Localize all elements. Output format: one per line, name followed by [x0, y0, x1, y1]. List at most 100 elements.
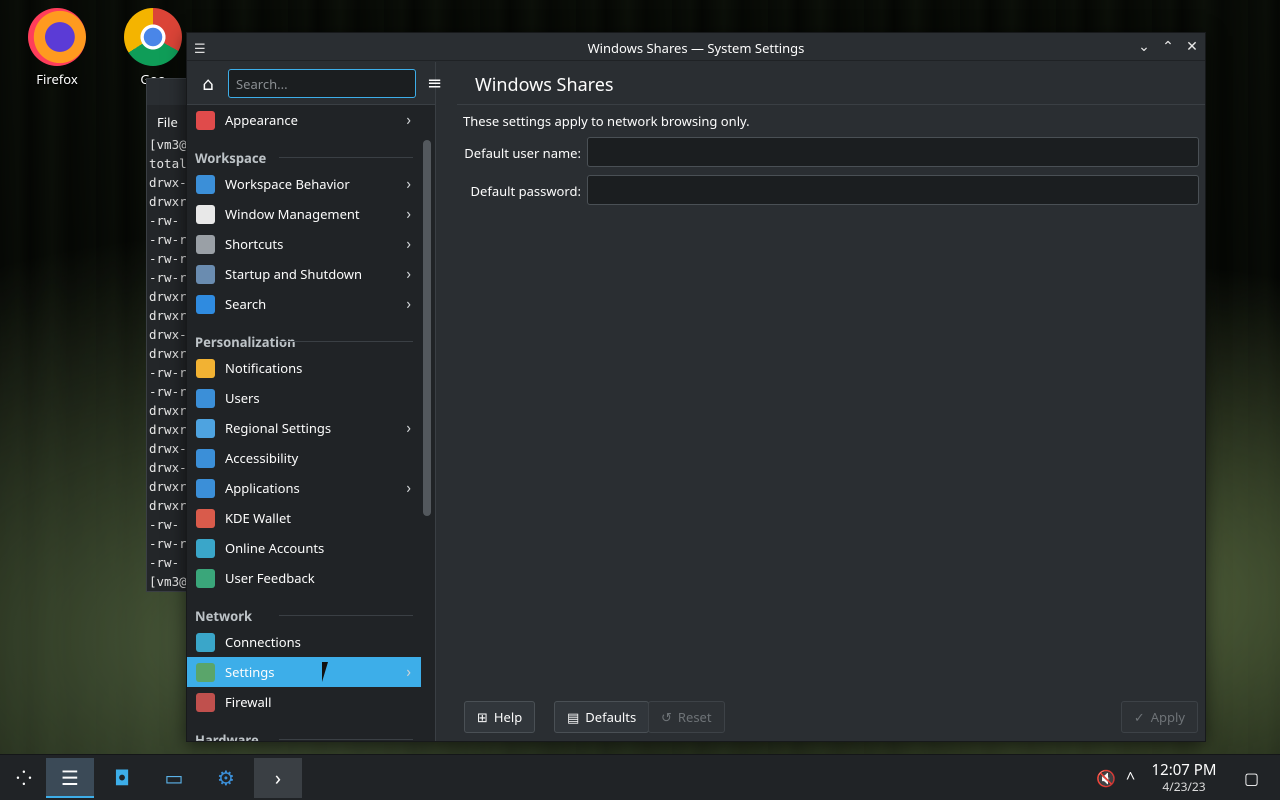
apply-button[interactable]: ✓ Apply — [1120, 701, 1198, 733]
clock[interactable]: 12:07 PM 4/23/23 — [1144, 761, 1224, 795]
titlebar[interactable]: ☰ Windows Shares — System Settings ⌄ ⌃ ✕ — [187, 33, 1205, 61]
help-icon: ⊞ — [477, 708, 488, 726]
sidebar-item-label: Window Management — [225, 205, 360, 223]
sidebar-item-user-feedback[interactable]: User Feedback — [187, 563, 421, 593]
sidebar: ⌂ Search... ≡ Appearance › Workspace Worksp… — [187, 62, 442, 741]
workspace-behavior-icon — [196, 175, 215, 194]
sidebar-item-label: Shortcuts — [225, 235, 284, 253]
close-button[interactable]: ✕ — [1182, 37, 1202, 57]
password-label: Default password: — [470, 182, 581, 200]
sidebar-list: Appearance › Workspace Workspace Behavior › W… — [187, 105, 421, 741]
sidebar-item-online-accounts[interactable]: Online Accounts — [187, 533, 421, 563]
show-desktop-icon[interactable]: ▢ — [1244, 755, 1259, 800]
chevron-right-icon: › — [406, 110, 411, 130]
search-icon — [196, 295, 215, 314]
chevron-right-icon: › — [406, 234, 411, 254]
sidebar-item-label: Connections — [225, 633, 301, 651]
apply-label: Apply — [1150, 708, 1185, 726]
sidebar-item-label: KDE Wallet — [225, 509, 292, 527]
clock-time: 12:07 PM — [1151, 760, 1217, 780]
sidebar-item-kde-wallet[interactable]: KDE Wallet — [187, 503, 421, 533]
sidebar-item-accessibility[interactable]: Accessibility — [187, 443, 421, 473]
taskbar-settings-gear-icon[interactable]: ⚙ — [202, 758, 250, 798]
chevron-right-icon: › — [406, 418, 411, 438]
desktop-icon-firefox[interactable]: Firefox — [22, 8, 92, 88]
defaults-label: Defaults — [585, 708, 637, 726]
sidebar-item-firewall[interactable]: Firewall — [187, 687, 421, 717]
sidebar-item-settings[interactable]: Settings › — [187, 657, 421, 687]
chevron-right-icon: › — [406, 174, 411, 194]
sidebar-item-users[interactable]: Users — [187, 383, 421, 413]
sidebar-item-search[interactable]: Search › — [187, 289, 421, 319]
keyboard-icon — [196, 235, 215, 254]
taskbar: ⁘ ☰ ◘ ▭ ⚙ › 🔇 ^ 12:07 PM 4/23/23 ▢ — [0, 754, 1280, 800]
sidebar-item-workspace-behavior[interactable]: Workspace Behavior › — [187, 169, 421, 199]
sidebar-item-label: Search — [225, 295, 267, 313]
sidebar-section-personalization: Personalization — [187, 319, 421, 353]
mouse-cursor-icon — [322, 662, 334, 682]
sidebar-item-regional-settings[interactable]: Regional Settings › — [187, 413, 421, 443]
chevron-right-icon: › — [406, 204, 411, 224]
bell-icon — [196, 359, 215, 378]
sidebar-item-label: Online Accounts — [225, 539, 325, 557]
username-label: Default user name: — [464, 144, 581, 162]
document-icon: ▤ — [567, 708, 580, 726]
sidebar-item-label: Regional Settings — [225, 419, 332, 437]
main-content: Windows Shares These settings apply to n… — [457, 62, 1205, 741]
taskbar-terminal-icon[interactable]: › — [254, 758, 302, 798]
tray-expand-icon[interactable]: ^ — [1126, 755, 1135, 800]
page-title: Windows Shares — [457, 62, 1205, 105]
sidebar-item-label: Users — [225, 389, 260, 407]
chevron-right-icon: › — [406, 478, 411, 498]
search-input[interactable]: Search... — [228, 69, 416, 98]
users-icon — [196, 389, 215, 408]
help-button[interactable]: ⊞ Help — [464, 701, 536, 733]
sidebar-item-label: Firewall — [225, 693, 272, 711]
desktop-icon-chrome[interactable]: Goo — [118, 8, 188, 88]
sidebar-item-connections[interactable]: Connections — [187, 627, 421, 657]
sidebar-item-appearance[interactable]: Appearance › — [187, 105, 421, 135]
password-input[interactable] — [587, 175, 1199, 205]
window-management-icon — [196, 205, 215, 224]
desktop-icon-label: Firefox — [36, 70, 78, 88]
network-settings-icon — [196, 663, 215, 682]
globe-icon — [196, 633, 215, 652]
firewall-icon — [196, 693, 215, 712]
sidebar-item-label: User Feedback — [225, 569, 315, 587]
sidebar-item-startup-and-shutdown[interactable]: Startup and Shutdown › — [187, 259, 421, 289]
regional-icon — [196, 419, 215, 438]
sidebar-item-label: Settings — [225, 663, 275, 681]
sidebar-section-network: Network — [187, 593, 421, 627]
feedback-icon — [196, 569, 215, 588]
maximize-button[interactable]: ⌃ — [1158, 37, 1178, 57]
sidebar-scrollbar[interactable] — [423, 140, 431, 516]
volume-muted-icon[interactable]: 🔇 — [1096, 755, 1116, 800]
sidebar-item-label: Accessibility — [225, 449, 299, 467]
sidebar-item-window-management[interactable]: Window Management › — [187, 199, 421, 229]
taskbar-system-settings-icon[interactable]: ☰ — [46, 758, 94, 798]
taskbar-discover-icon[interactable]: ◘ — [98, 758, 146, 798]
chrome-icon — [124, 8, 182, 66]
firefox-icon — [28, 8, 86, 66]
sidebar-item-applications[interactable]: Applications › — [187, 473, 421, 503]
sidebar-header: ⌂ Search... ≡ — [187, 62, 442, 105]
reset-label: Reset — [677, 708, 712, 726]
sidebar-item-label: Notifications — [225, 359, 303, 377]
home-icon[interactable]: ⌂ — [197, 73, 219, 95]
clock-date: 4/23/23 — [1162, 778, 1206, 795]
sidebar-item-notifications[interactable]: Notifications — [187, 353, 421, 383]
defaults-button[interactable]: ▤ Defaults — [554, 701, 650, 733]
sidebar-section-hardware: Hardware — [187, 717, 421, 741]
online-accounts-icon — [196, 539, 215, 558]
sidebar-item-shortcuts[interactable]: Shortcuts › — [187, 229, 421, 259]
startup-icon — [196, 265, 215, 284]
check-icon: ✓ — [1133, 708, 1145, 726]
username-input[interactable] — [587, 137, 1199, 167]
sidebar-item-label: Workspace Behavior — [225, 175, 350, 193]
reset-button[interactable]: ↺ Reset — [648, 701, 725, 733]
taskbar-file-manager-icon[interactable]: ▭ — [150, 758, 198, 798]
application-launcher-icon[interactable]: ⁘ — [0, 758, 48, 798]
sidebar-section-workspace: Workspace — [187, 135, 421, 169]
minimize-button[interactable]: ⌄ — [1134, 37, 1154, 57]
hamburger-menu-icon[interactable]: ≡ — [427, 74, 445, 92]
